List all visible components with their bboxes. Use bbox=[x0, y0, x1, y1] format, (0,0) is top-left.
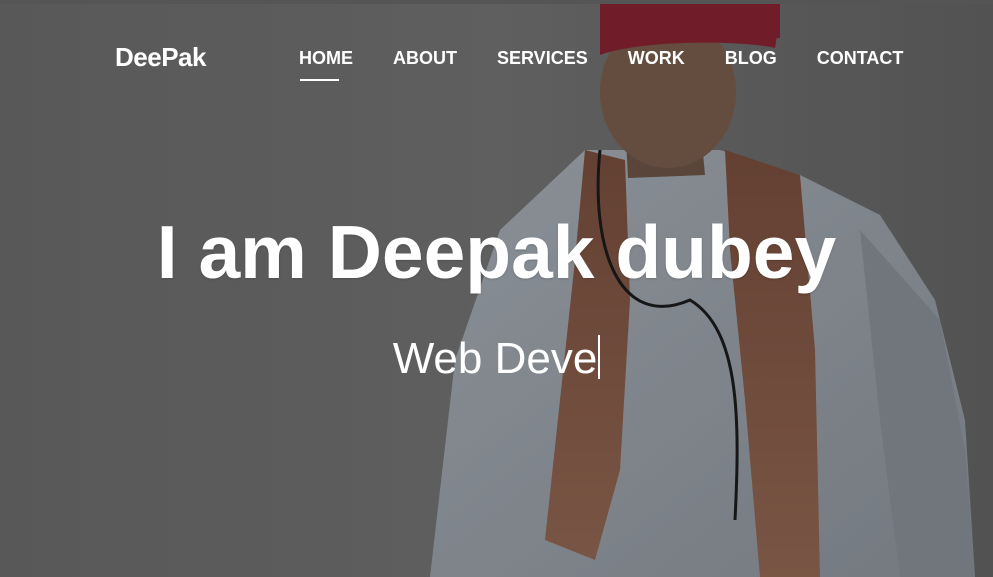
nav-item-work[interactable]: WORK bbox=[628, 47, 685, 69]
top-strip bbox=[0, 0, 993, 4]
nav-item-contact[interactable]: CONTACT bbox=[817, 47, 904, 69]
typing-cursor bbox=[598, 335, 601, 379]
nav-item-about[interactable]: ABOUT bbox=[393, 47, 457, 69]
typed-subtitle: Web Deve bbox=[0, 333, 993, 385]
typed-text: Web Deve bbox=[392, 334, 598, 383]
nav-item-services[interactable]: SERVICES bbox=[497, 47, 588, 69]
main-nav: HOME ABOUT SERVICES WORK BLOG CONTACT bbox=[299, 47, 943, 81]
navbar: DeePak HOME ABOUT SERVICES WORK BLOG CON… bbox=[0, 0, 993, 110]
hero-section: DeePak HOME ABOUT SERVICES WORK BLOG CON… bbox=[0, 0, 993, 577]
hero-headline: I am Deepak dubey bbox=[156, 210, 837, 294]
nav-item-home[interactable]: HOME bbox=[299, 47, 353, 81]
brand-logo[interactable]: DeePak bbox=[115, 42, 206, 73]
nav-item-blog[interactable]: BLOG bbox=[725, 47, 777, 69]
